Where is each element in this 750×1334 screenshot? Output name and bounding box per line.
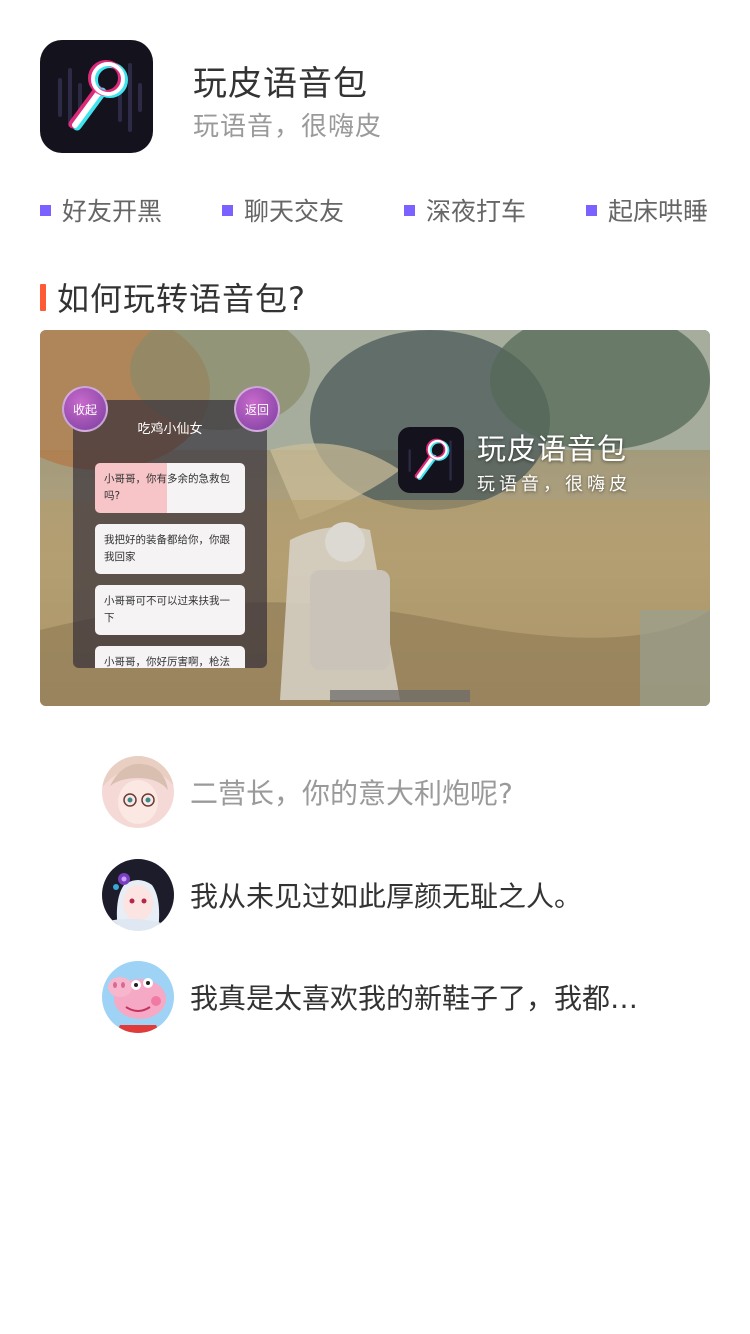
section-header: 如何玩转语音包? bbox=[40, 274, 306, 320]
banner-brand-name: 玩皮语音包 bbox=[477, 432, 628, 466]
tag-item: 聊天交友 bbox=[222, 192, 344, 228]
square-bullet-icon bbox=[586, 204, 597, 216]
feature-tags: 好友开黑 聊天交友 深夜打车 起床哄睡 bbox=[40, 192, 720, 232]
back-button[interactable]: 返回 bbox=[234, 386, 280, 432]
tag-label: 聊天交友 bbox=[244, 197, 345, 226]
square-bullet-icon bbox=[222, 204, 233, 216]
tag-item: 起床哄睡 bbox=[586, 192, 708, 228]
section-accent-bar bbox=[40, 283, 46, 311]
voice-sample-item[interactable]: 我真是太喜欢我的新鞋子了，我都… bbox=[102, 961, 702, 1033]
app-name: 玩皮语音包 bbox=[193, 64, 368, 104]
tag-label: 好友开黑 bbox=[62, 197, 163, 226]
microphone-logo-icon bbox=[398, 427, 464, 493]
section-title: 如何玩转语音包? bbox=[57, 280, 306, 318]
chat-message[interactable]: 小哥哥，你好厉害啊，枪法 bbox=[95, 646, 245, 668]
square-bullet-icon bbox=[40, 204, 51, 216]
chat-message[interactable]: 小哥哥，你有多余的急救包吗? bbox=[95, 463, 245, 513]
peppa-pig-avatar bbox=[102, 961, 174, 1033]
anime-girl-glasses-avatar bbox=[102, 756, 174, 828]
voice-sample-item[interactable]: 我从未见过如此厚颜无耻之人。 bbox=[102, 859, 702, 931]
tag-item: 深夜打车 bbox=[404, 192, 526, 228]
voice-sample-item[interactable]: 二营长，你的意大利炮呢? bbox=[102, 756, 702, 828]
voice-sample-text: 我真是太喜欢我的新鞋子了，我都… bbox=[190, 982, 639, 1015]
square-bullet-icon bbox=[404, 204, 415, 216]
voice-sample-text: 我从未见过如此厚颜无耻之人。 bbox=[190, 880, 583, 913]
voice-sample-text: 二营长，你的意大利炮呢? bbox=[190, 777, 513, 810]
chat-message[interactable]: 我把好的装备都给你，你跟我回家 bbox=[95, 524, 245, 574]
tutorial-banner[interactable]: 吃鸡小仙女 小哥哥，你有多余的急救包吗? 我把好的装备都给你，你跟我回家 小哥哥… bbox=[40, 330, 710, 706]
app-logo-icon bbox=[40, 40, 153, 153]
tag-label: 深夜打车 bbox=[426, 197, 527, 226]
tag-label: 起床哄睡 bbox=[608, 197, 709, 226]
voice-chat-panel: 吃鸡小仙女 小哥哥，你有多余的急救包吗? 我把好的装备都给你，你跟我回家 小哥哥… bbox=[73, 400, 267, 668]
banner-brand-slogan: 玩语音，很嗨皮 bbox=[477, 474, 631, 495]
chat-message[interactable]: 小哥哥可不可以过来扶我一下 bbox=[95, 585, 245, 635]
app-slogan: 玩语音，很嗨皮 bbox=[193, 112, 383, 142]
anime-girl-dark-hair-avatar bbox=[102, 859, 174, 931]
collapse-button[interactable]: 收起 bbox=[62, 386, 108, 432]
tag-item: 好友开黑 bbox=[40, 192, 162, 228]
